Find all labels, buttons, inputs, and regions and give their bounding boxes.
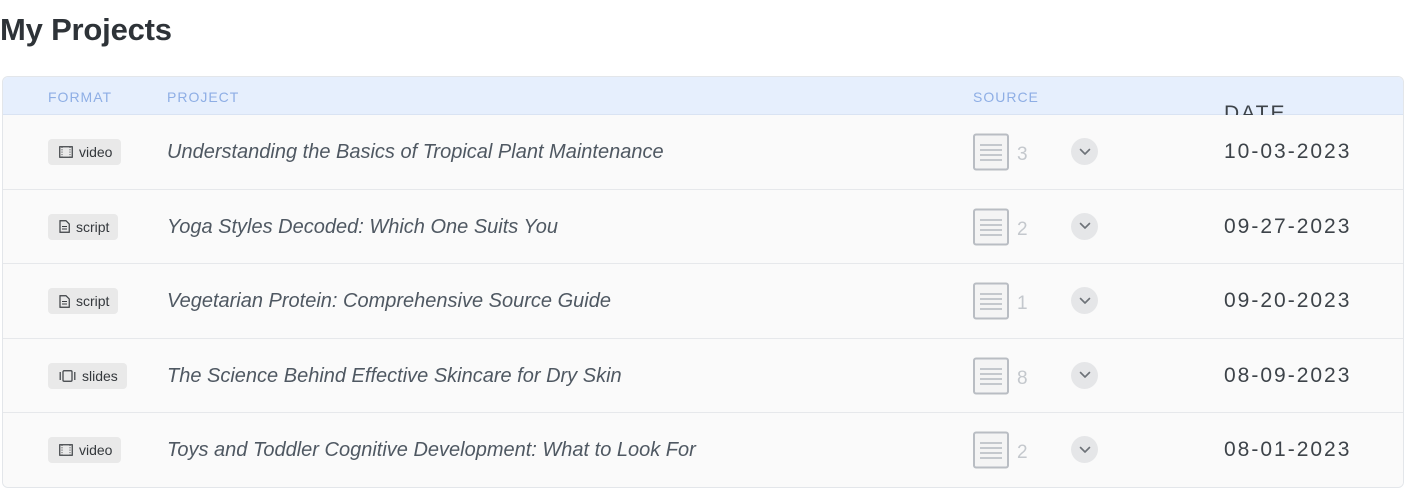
slides-icon (59, 369, 76, 382)
format-badge: video (48, 139, 122, 165)
expand-sources-button[interactable] (1071, 436, 1098, 463)
format-badge: script (48, 213, 119, 240)
project-date: 09-20-2023 (1224, 289, 1352, 312)
film-icon (59, 444, 73, 456)
source-document-icon (972, 357, 1010, 400)
project-date: 08-09-2023 (1224, 363, 1352, 387)
source-count: 2 (1017, 218, 1028, 240)
format-label: slides (82, 367, 118, 384)
chevron-down-icon (1079, 366, 1091, 384)
expand-sources-button[interactable] (1071, 361, 1098, 389)
table-row[interactable]: script Vegetarian Protein: Comprehensive… (3, 264, 1403, 339)
table-body: video Understanding the Basics of Tropic… (3, 115, 1403, 487)
source-count: 8 (1017, 367, 1028, 389)
column-header-format: FORMAT (48, 89, 113, 105)
table-row[interactable]: video Understanding the Basics of Tropic… (3, 115, 1403, 190)
source-count: 3 (1017, 144, 1028, 165)
source-document-icon (972, 282, 1010, 325)
project-date: 09-27-2023 (1224, 214, 1352, 238)
project-title[interactable]: Toys and Toddler Cognitive Development: … (167, 439, 696, 462)
expand-sources-button[interactable] (1071, 212, 1098, 240)
table-row[interactable]: video Toys and Toddler Cognitive Develop… (3, 413, 1403, 487)
table-header: FORMAT PROJECT SOURCE DATE (3, 77, 1403, 125)
format-label: script (76, 293, 110, 309)
project-title[interactable]: Understanding the Basics of Tropical Pla… (167, 141, 664, 164)
project-title[interactable]: Yoga Styles Decoded: Which One Suits You (167, 216, 558, 239)
format-label: video (79, 442, 113, 458)
source-count: 2 (1017, 442, 1028, 463)
chevron-down-icon (1079, 143, 1091, 161)
project-date: 08-01-2023 (1224, 438, 1352, 461)
document-icon (59, 294, 70, 308)
source-document-icon (972, 133, 1010, 176)
column-header-source: SOURCE (973, 89, 1039, 105)
table-row[interactable]: slides The Science Behind Effective Skin… (3, 338, 1403, 413)
page-title: My Projects (0, 12, 172, 47)
expand-sources-button[interactable] (1071, 138, 1098, 165)
projects-table: FORMAT PROJECT SOURCE DATE video Underst… (2, 76, 1404, 488)
project-title[interactable]: Vegetarian Protein: Comprehensive Source… (167, 290, 611, 313)
format-label: video (79, 144, 113, 160)
chevron-down-icon (1079, 441, 1091, 459)
column-header-project: PROJECT (167, 89, 240, 105)
chevron-down-icon (1079, 217, 1091, 235)
film-icon (59, 146, 73, 158)
document-icon (59, 220, 70, 233)
project-date: 10-03-2023 (1224, 140, 1352, 163)
expand-sources-button[interactable] (1071, 287, 1098, 314)
format-badge: slides (48, 362, 127, 389)
chevron-down-icon (1079, 292, 1091, 310)
project-title[interactable]: The Science Behind Effective Skincare fo… (167, 365, 622, 388)
source-document-icon (972, 208, 1010, 251)
table-row[interactable]: script Yoga Styles Decoded: Which One Su… (3, 189, 1403, 264)
source-count: 1 (1017, 293, 1028, 314)
format-label: script (76, 218, 110, 235)
source-document-icon (972, 431, 1010, 474)
format-badge: script (48, 288, 119, 314)
format-badge: video (48, 437, 122, 463)
